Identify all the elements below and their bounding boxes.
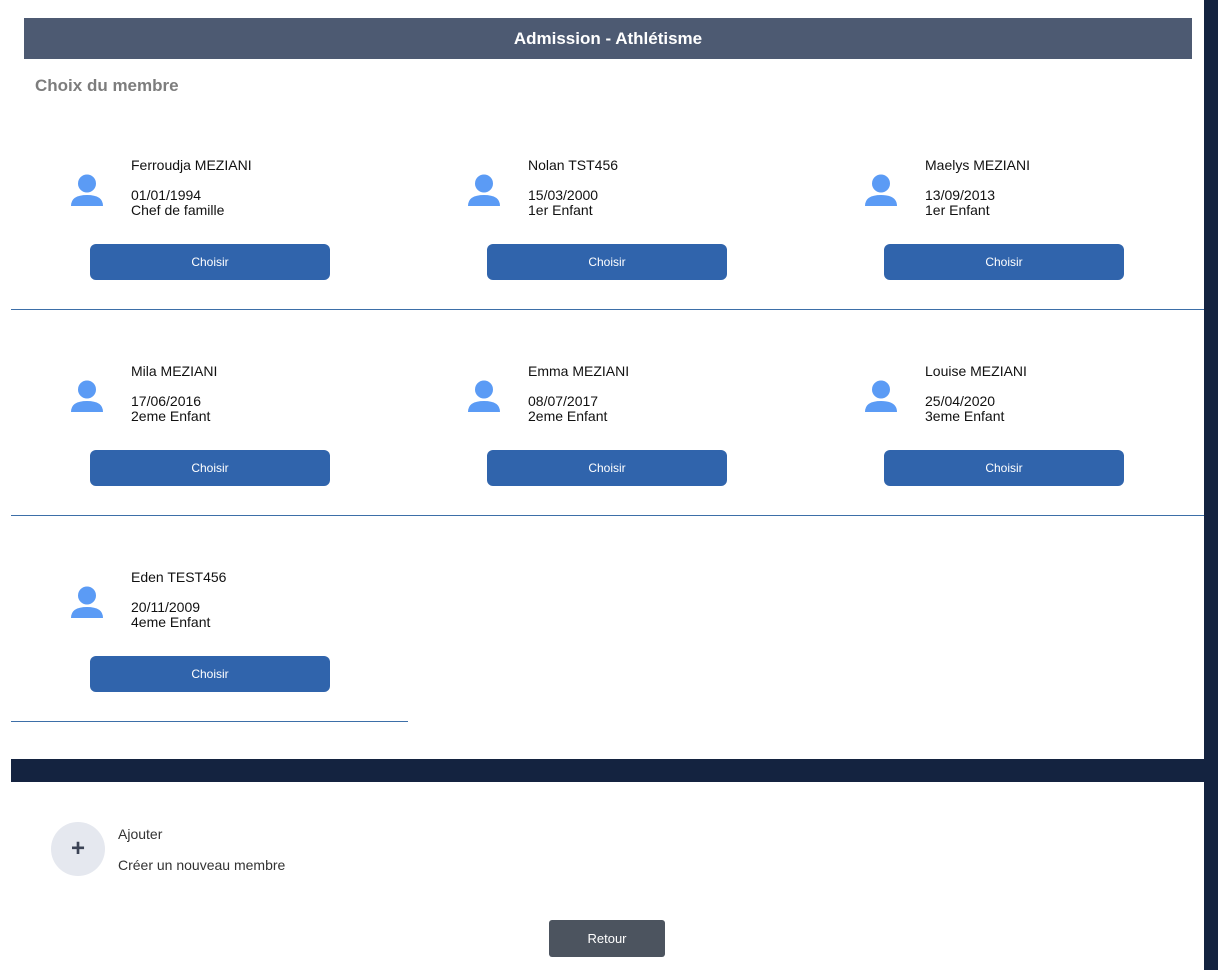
choose-member-button[interactable]: Choisir: [90, 450, 330, 486]
member-name: Emma MEZIANI: [528, 363, 630, 379]
member-role: 3eme Enfant: [925, 408, 1005, 424]
member-card: Mila MEZIANI 17/06/2016 2eme Enfant Choisir: [11, 311, 408, 517]
back-button[interactable]: Retour: [549, 920, 665, 957]
member-birthdate: 25/04/2020: [925, 393, 996, 409]
member-card: Nolan TST456 15/03/2000 1er Enfant Choisir: [408, 105, 805, 311]
window-edge-bar: [1204, 0, 1218, 970]
section-separator-band: [11, 759, 1204, 782]
row-divider: [11, 515, 1204, 516]
choose-member-button[interactable]: Choisir: [487, 244, 727, 280]
add-member-description: Créer un nouveau membre: [118, 857, 286, 873]
member-birthdate: 17/06/2016: [131, 393, 202, 409]
user-icon: [69, 379, 105, 415]
member-grid: Ferroudja MEZIANI 01/01/1994 Chef de famil…: [0, 0, 1204, 740]
choose-member-button[interactable]: Choisir: [487, 450, 727, 486]
member-name: Ferroudja MEZIANI: [131, 157, 252, 173]
member-card: Maelys MEZIANI 13/09/2013 1er Enfant Choisi…: [805, 105, 1202, 311]
row-divider: [11, 309, 1204, 310]
member-birthdate: 13/09/2013: [925, 187, 996, 203]
member-card: Louise MEZIANI 25/04/2020 3eme Enfant Chois…: [805, 311, 1202, 517]
member-role: 4eme Enfant: [131, 614, 211, 630]
user-icon: [863, 379, 899, 415]
member-card: Ferroudja MEZIANI 01/01/1994 Chef de famil…: [11, 105, 408, 311]
member-name: Nolan TST456: [528, 157, 619, 173]
choose-member-button[interactable]: Choisir: [884, 450, 1124, 486]
user-icon: [466, 173, 502, 209]
plus-icon: +: [70, 835, 85, 862]
member-birthdate: 15/03/2000: [528, 187, 599, 203]
member-birthdate: 20/11/2009: [131, 599, 201, 615]
add-member-button[interactable]: +: [51, 822, 105, 876]
member-role: 2eme Enfant: [528, 408, 608, 424]
user-icon: [466, 379, 502, 415]
user-icon: [69, 173, 105, 209]
member-name: Louise MEZIANI: [925, 363, 1027, 379]
member-card: Emma MEZIANI 08/07/2017 2eme Enfant Choisir: [408, 311, 805, 517]
row-divider: [11, 721, 408, 722]
member-role: 2eme Enfant: [131, 408, 211, 424]
member-role: 1er Enfant: [528, 202, 593, 218]
user-icon: [69, 585, 105, 621]
member-name: Mila MEZIANI: [131, 363, 218, 379]
member-name: Eden TEST456: [131, 569, 227, 585]
choose-member-button[interactable]: Choisir: [90, 656, 330, 692]
choose-member-button[interactable]: Choisir: [884, 244, 1124, 280]
member-card: Eden TEST456 20/11/2009 4eme Enfant Choisir: [11, 517, 408, 723]
member-role: 1er Enfant: [925, 202, 990, 218]
member-birthdate: 01/01/1994: [131, 187, 202, 203]
choose-member-button[interactable]: Choisir: [90, 244, 330, 280]
member-birthdate: 08/07/2017: [528, 393, 599, 409]
add-member-label[interactable]: Ajouter: [118, 826, 162, 842]
member-role: Chef de famille: [131, 202, 225, 218]
user-icon: [863, 173, 899, 209]
member-name: Maelys MEZIANI: [925, 157, 1031, 173]
